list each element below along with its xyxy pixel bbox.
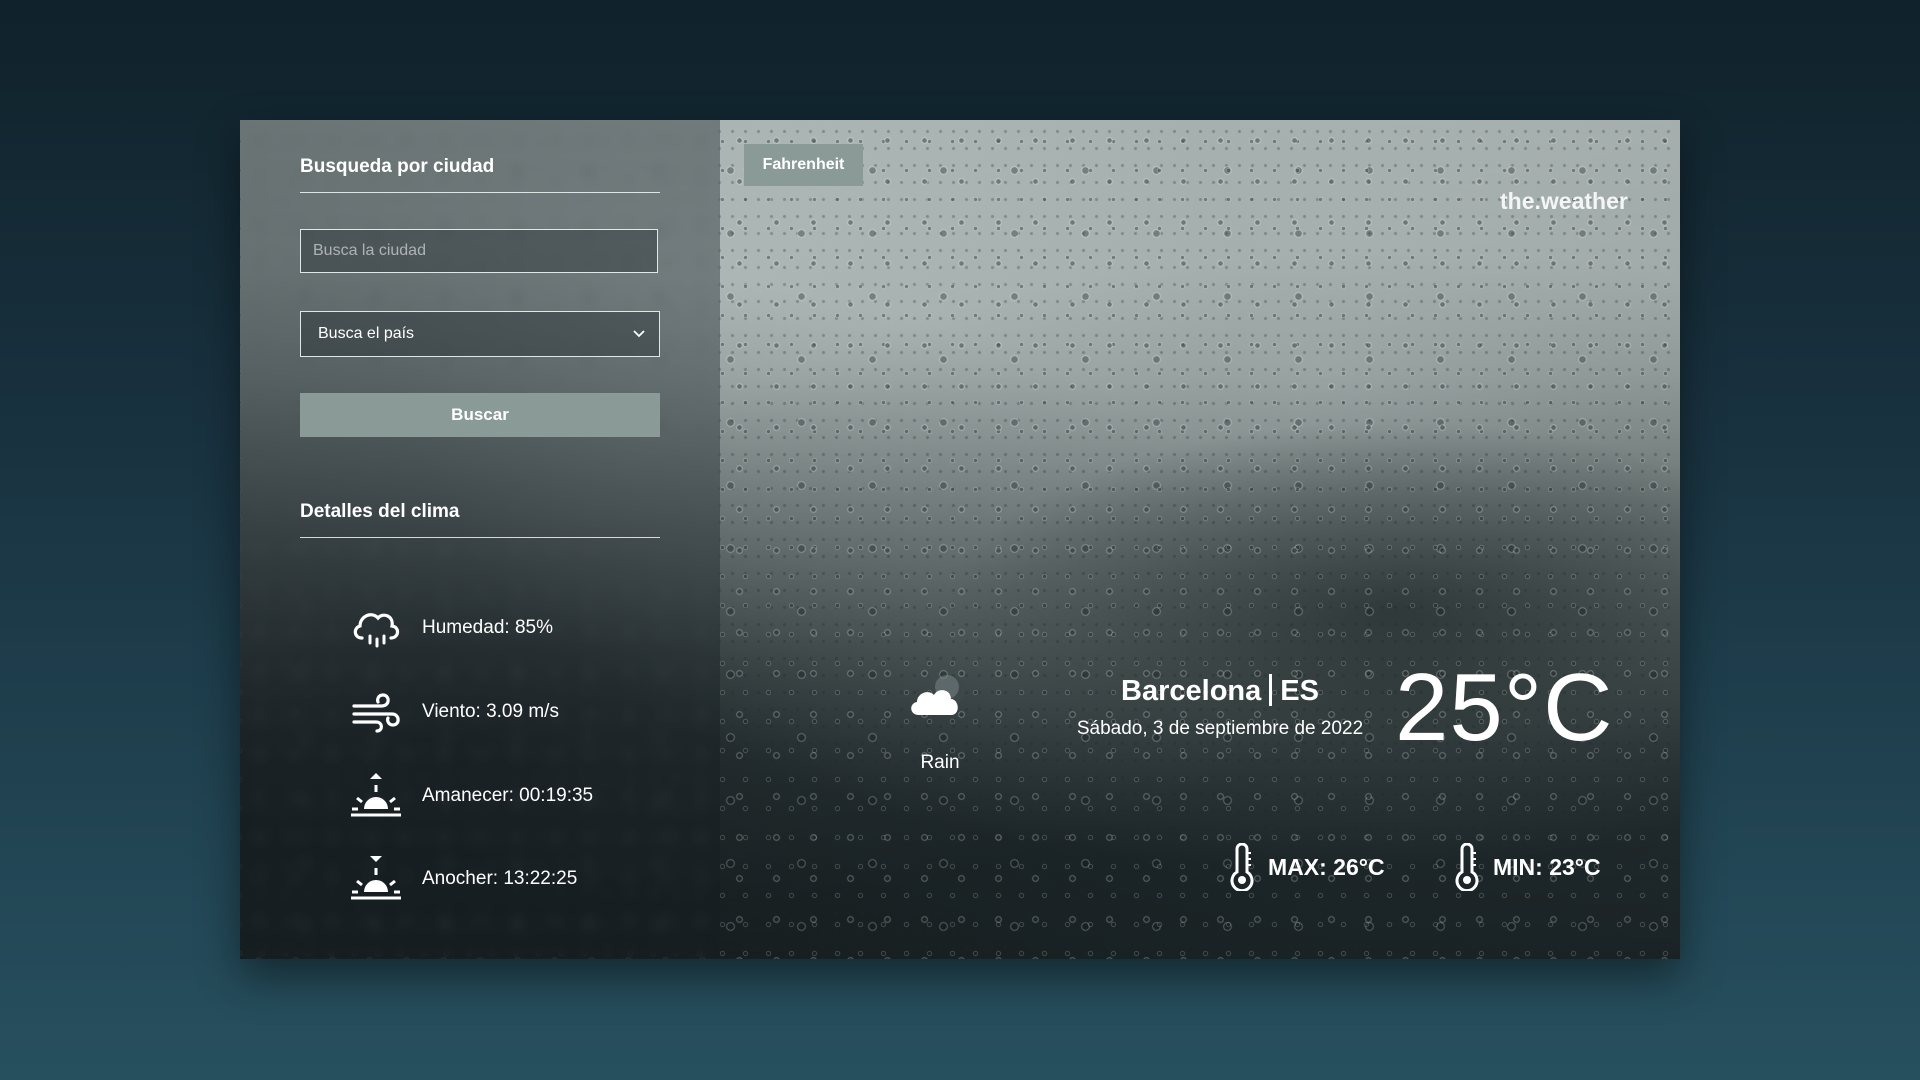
detail-humidity: Humedad: 85% [348, 600, 553, 656]
weather-app: Busqueda por ciudad Busca el país Buscar… [240, 120, 1680, 959]
humidity-text: Humedad: 85% [422, 617, 553, 638]
city-name: Barcelona [1121, 675, 1262, 707]
sidebar-panel: Busqueda por ciudad Busca el país Buscar… [240, 120, 720, 959]
fahrenheit-toggle-button[interactable]: Fahrenheit [744, 144, 863, 186]
search-button[interactable]: Buscar [300, 393, 660, 437]
detail-wind: Viento: 3.09 m/s [348, 684, 559, 740]
sunset-icon [348, 851, 404, 907]
thermometer-icon [1451, 842, 1483, 892]
sunrise-icon [348, 768, 404, 824]
max-temperature-text: MAX: 26°C [1268, 853, 1385, 880]
divider [1269, 674, 1273, 706]
min-temperature-text: MIN: 23°C [1493, 853, 1601, 880]
wind-text: Viento: 3.09 m/s [422, 701, 559, 722]
sunrise-text: Amanecer: 00:19:35 [422, 785, 594, 806]
country-code: ES [1280, 675, 1319, 707]
detail-sunset: Anocher: 13:22:25 [348, 851, 577, 907]
thermometer-icon [1226, 842, 1258, 892]
current-temperature: 25°C [1395, 654, 1614, 761]
sunset-text: Anocher: 13:22:25 [422, 868, 578, 889]
search-section-title: Busqueda por ciudad [300, 156, 660, 193]
location-block: Barcelona ES Sábado, 3 de septiembre de 2… [1040, 674, 1400, 740]
city-search-input[interactable] [300, 229, 658, 273]
details-section-title: Detalles del clima [300, 501, 660, 538]
weather-condition: Rain [894, 662, 986, 774]
min-temperature: MIN: 23°C [1451, 842, 1601, 892]
country-select[interactable]: Busca el país [300, 311, 660, 357]
city-country: Barcelona ES [1040, 674, 1400, 708]
cloud-moon-icon [894, 662, 986, 732]
detail-sunrise: Amanecer: 00:19:35 [348, 768, 593, 824]
humidity-cloud-icon [348, 600, 404, 656]
brand-logo: the.weather [1500, 188, 1628, 214]
wind-icon [348, 684, 404, 740]
chevron-down-icon [633, 325, 645, 343]
max-temperature: MAX: 26°C [1226, 842, 1385, 892]
condition-label: Rain [920, 752, 960, 773]
current-date: Sábado, 3 de septiembre de 2022 [1076, 718, 1364, 739]
country-select-value: Busca el país [318, 325, 415, 342]
